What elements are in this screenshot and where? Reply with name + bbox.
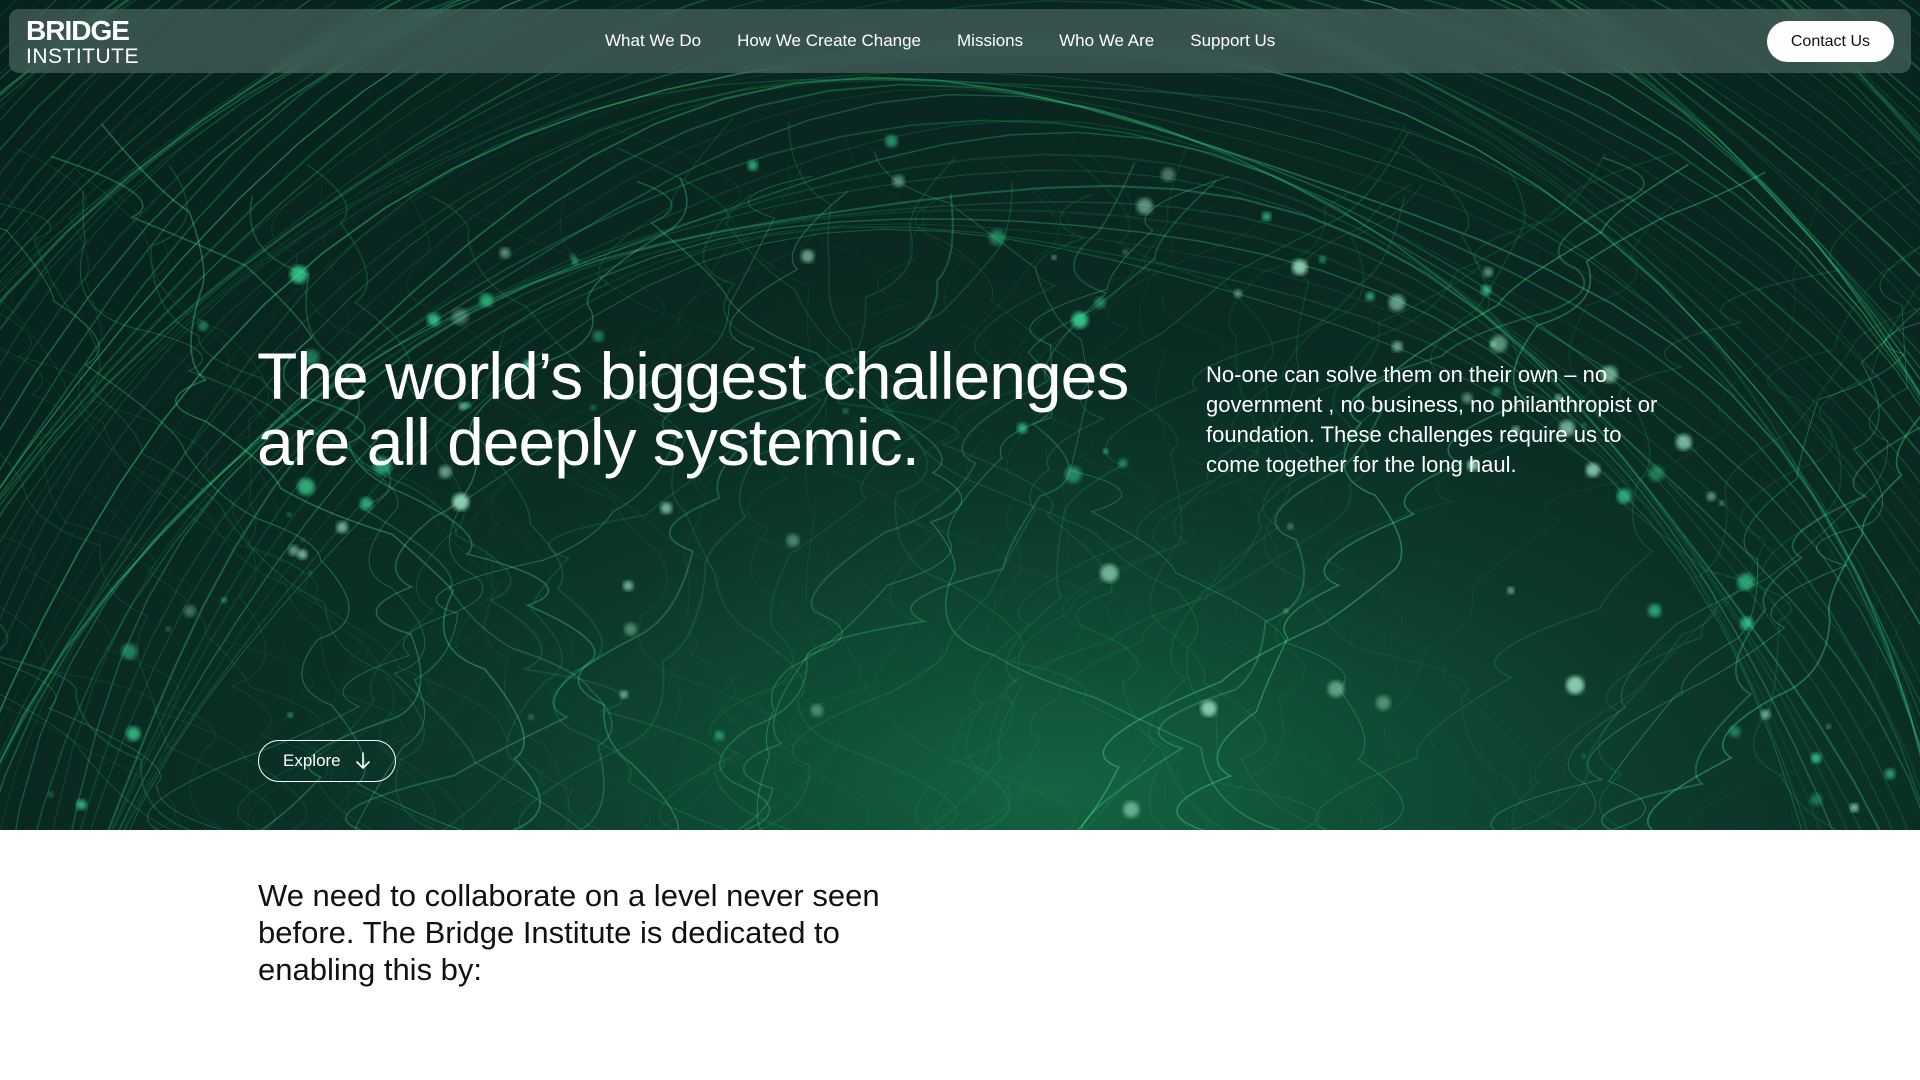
nav-link-missions[interactable]: Missions: [957, 31, 1023, 51]
logo-text-bridge: BRIDGE: [26, 15, 130, 46]
nav-link-who-we-are[interactable]: Who We Are: [1059, 31, 1154, 51]
bridge-institute-logo[interactable]: BRIDGE INSTITUTE: [26, 15, 139, 68]
intro-text: We need to collaborate on a level never …: [258, 878, 880, 987]
nav-links: What We Do How We Create Change Missions…: [605, 9, 1275, 73]
nav-link-support-us[interactable]: Support Us: [1190, 31, 1275, 51]
hero-headline: The world’s biggest challenges are all d…: [257, 343, 1177, 475]
explore-button[interactable]: Explore: [258, 740, 396, 782]
hero-headline-line2: are all deeply systemic.: [257, 405, 920, 479]
nav-link-how-we-create-change[interactable]: How We Create Change: [737, 31, 921, 51]
hero-paragraph: No-one can solve them on their own – no …: [1206, 362, 1658, 477]
nav-link-what-we-do[interactable]: What We Do: [605, 31, 701, 51]
hero-headline-line1: The world’s biggest challenges: [257, 339, 1129, 413]
contact-us-button[interactable]: Contact Us: [1766, 21, 1894, 62]
arrow-down-icon: [355, 752, 370, 769]
top-navigation-bar: BRIDGE INSTITUTE What We Do How We Creat…: [9, 9, 1911, 73]
logo-text-institute: INSTITUTE: [26, 45, 139, 68]
hero-section: BRIDGE INSTITUTE What We Do How We Creat…: [0, 0, 1920, 830]
explore-button-label: Explore: [283, 751, 341, 770]
